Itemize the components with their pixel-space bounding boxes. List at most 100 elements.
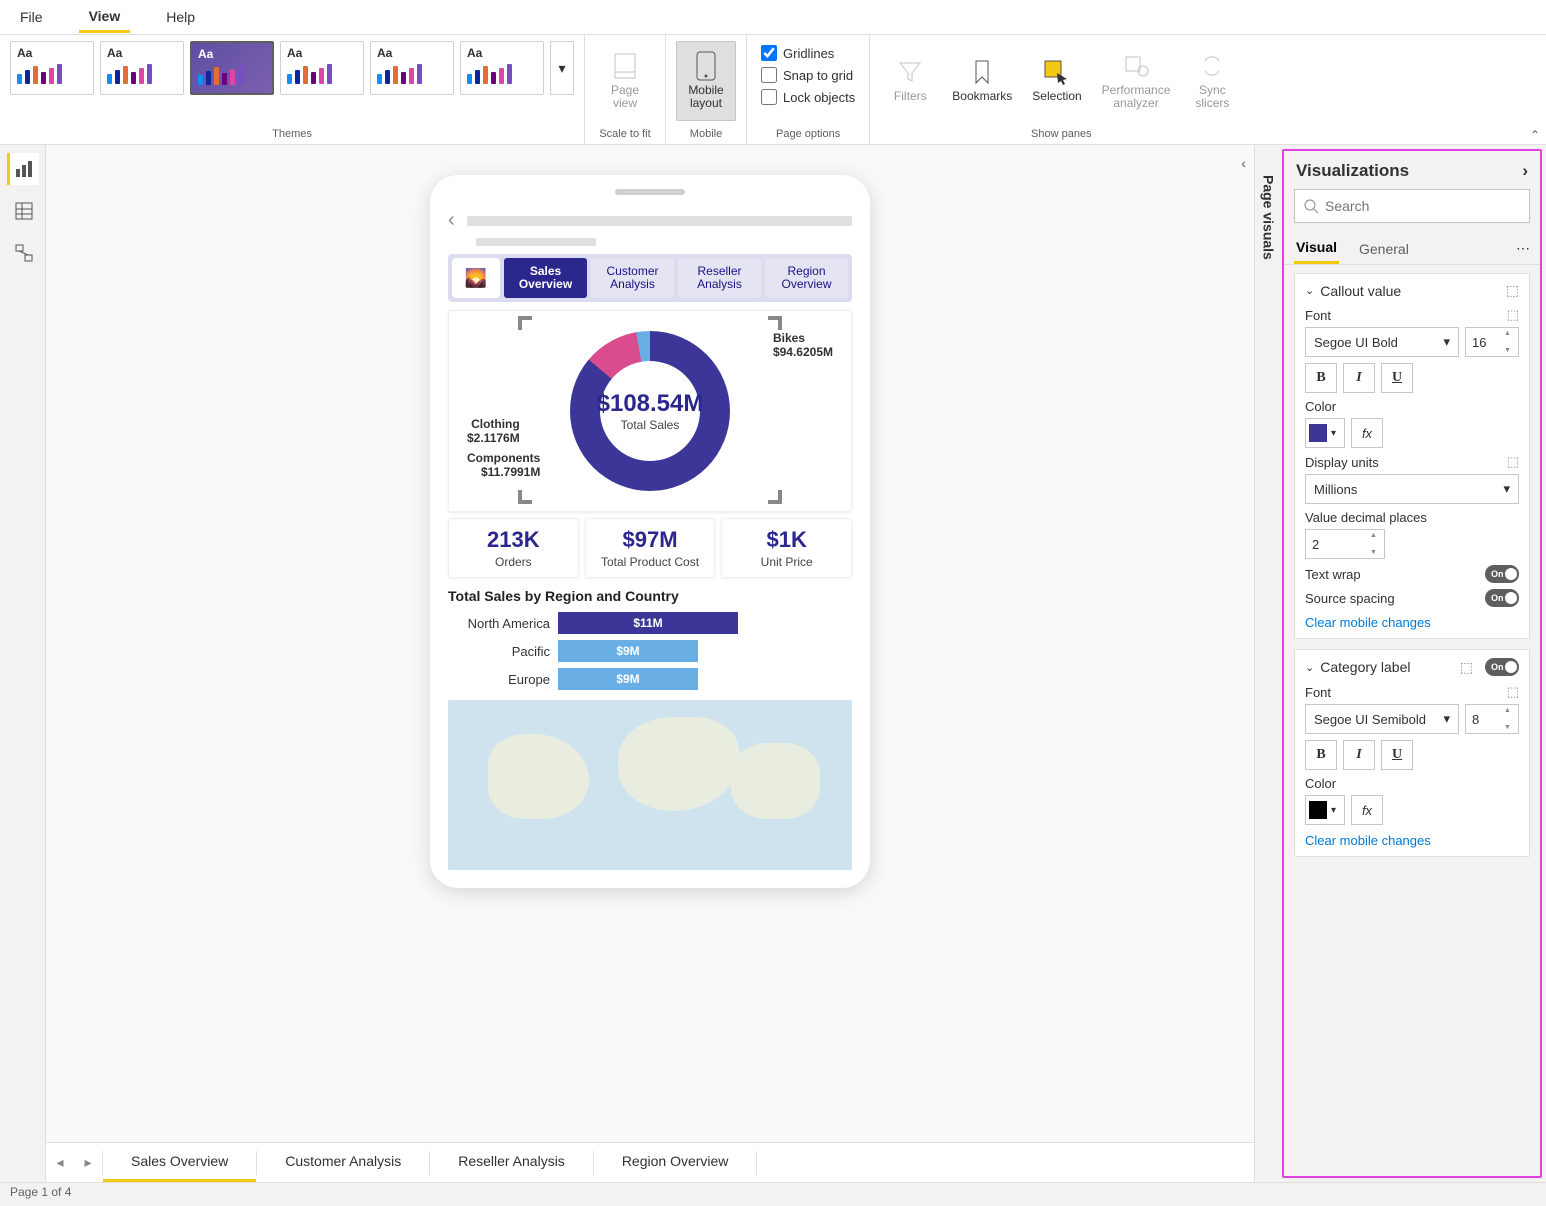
callout-color-fx-button[interactable]: fx [1351, 418, 1383, 448]
bar-row-na: North America$11M [448, 612, 852, 634]
stopwatch-icon [1122, 52, 1150, 80]
italic-button[interactable]: I [1343, 363, 1375, 393]
themes-dropdown[interactable]: ▾ [550, 41, 574, 95]
page-tab-reseller-analysis[interactable]: Reseller Analysis [430, 1143, 593, 1182]
barchart-icon [14, 159, 34, 179]
font-size-input[interactable]: 16▲▼ [1465, 327, 1519, 357]
report-tab-region-overview[interactable]: Region Overview [765, 258, 848, 298]
theme-swatch-2[interactable]: Aa [100, 41, 184, 95]
kpi-product-cost[interactable]: $97MTotal Product Cost [585, 518, 716, 578]
nav-report-view[interactable] [7, 153, 39, 185]
theme-swatch-1[interactable]: Aa [10, 41, 94, 95]
category-underline-button[interactable]: U [1381, 740, 1413, 770]
font-family-select[interactable]: Segoe UI Bold▾ [1305, 327, 1459, 357]
gridlines-checkbox[interactable]: Gridlines [761, 45, 855, 61]
clear-mobile-changes-category[interactable]: Clear mobile changes [1305, 833, 1519, 848]
report-tab-sales-overview[interactable]: Sales Overview [504, 258, 587, 298]
tab-overflow-button[interactable]: ⋯ [1516, 240, 1530, 257]
theme-swatch-5[interactable]: Aa [370, 41, 454, 95]
ribbon-group-scale-label: Scale to fit [599, 126, 650, 142]
search-input[interactable] [1325, 198, 1521, 214]
report-logo: 🌄 [452, 258, 500, 298]
reset-category-icon[interactable]: ⬚ [1460, 659, 1473, 676]
underline-button[interactable]: U [1381, 363, 1413, 393]
page-tab-next[interactable]: ▸ [74, 1154, 102, 1171]
collapse-pane-button[interactable]: ‹ [1241, 155, 1246, 171]
bar-row-europe: Europe$9M [448, 668, 852, 690]
page-tab-region-overview[interactable]: Region Overview [594, 1143, 757, 1182]
page-view-icon [611, 52, 639, 80]
phone-notch [615, 189, 685, 195]
category-bold-button[interactable]: B [1305, 740, 1337, 770]
source-spacing-toggle[interactable]: On [1485, 589, 1519, 607]
category-font-family-select[interactable]: Segoe UI Semibold▾ [1305, 704, 1459, 734]
visualizations-pane: Visualizations › Visual General ⋯ ⌄ Call… [1282, 149, 1542, 1178]
section-header-category[interactable]: ⌄ Category label ⬚ On [1305, 658, 1519, 676]
ribbon: Aa Aa Aa Aa Aa Aa ▾ Themes Page view Sca… [0, 35, 1546, 145]
kpi-orders[interactable]: 213KOrders [448, 518, 579, 578]
data-label-bikes: Bikes$94.6205M [773, 331, 833, 360]
ribbon-collapse-button[interactable]: ⌃ [1530, 128, 1540, 142]
reset-font-icon[interactable]: ⬚ [1507, 307, 1519, 323]
bookmarks-button[interactable]: Bookmarks [944, 41, 1020, 121]
data-label-clothing: Clothing$2.1176M [467, 417, 520, 446]
selection-button[interactable]: Selection [1024, 41, 1089, 121]
region-bar-visual[interactable]: Total Sales by Region and Country North … [448, 588, 852, 690]
donut-visual[interactable]: Bikes$94.6205M Clothing$2.1176M Componen… [448, 310, 852, 512]
chevron-down-icon: ⌄ [1305, 661, 1314, 674]
lock-objects-checkbox[interactable]: Lock objects [761, 89, 855, 105]
page-tab-sales-overview[interactable]: Sales Overview [103, 1143, 256, 1182]
mobile-layout-button[interactable]: Mobile layout [676, 41, 736, 121]
section-header-callout[interactable]: ⌄ Callout value ⬚ [1305, 282, 1519, 299]
page-tab-prev[interactable]: ◂ [46, 1154, 74, 1171]
search-icon [1303, 198, 1319, 214]
funnel-icon [896, 58, 924, 86]
theme-swatch-3[interactable]: Aa [190, 41, 274, 95]
theme-swatch-6[interactable]: Aa [460, 41, 544, 95]
callout-color-picker[interactable]: ▾ [1305, 418, 1345, 448]
phone-back-button[interactable]: ‹ [448, 209, 455, 232]
page-visuals-pane-collapsed[interactable]: Page visuals [1254, 145, 1282, 1182]
left-nav-rail [0, 145, 46, 1182]
tab-general[interactable]: General [1357, 235, 1411, 263]
nav-model-view[interactable] [7, 237, 39, 269]
decimal-places-input[interactable]: 2▲▼ [1305, 529, 1385, 559]
category-color-picker[interactable]: ▾ [1305, 795, 1345, 825]
canvas-area: ‹ ‹ 🌄 Sales Overview Customer Analysis R… [46, 145, 1254, 1182]
nav-data-view[interactable] [7, 195, 39, 227]
pane-expand-button[interactable]: › [1522, 161, 1528, 181]
sync-icon [1198, 52, 1226, 80]
theme-swatch-4[interactable]: Aa [280, 41, 364, 95]
ribbon-group-page-options-label: Page options [776, 126, 840, 142]
status-bar: Page 1 of 4 [0, 1182, 1546, 1206]
display-units-select[interactable]: Millions▾ [1305, 474, 1519, 504]
reset-units-icon[interactable]: ⬚ [1507, 454, 1519, 470]
report-tabs: 🌄 Sales Overview Customer Analysis Resel… [448, 254, 852, 302]
bold-button[interactable]: B [1305, 363, 1337, 393]
ribbon-group-mobile-label: Mobile [690, 126, 722, 142]
performance-analyzer-button: Performance analyzer [1094, 41, 1179, 121]
text-wrap-toggle[interactable]: On [1485, 565, 1519, 583]
visualizations-search[interactable] [1294, 189, 1530, 223]
section-category-label: ⌄ Category label ⬚ On Font⬚ Segoe UI Sem… [1294, 649, 1530, 857]
report-tab-customer-analysis[interactable]: Customer Analysis [591, 258, 674, 298]
ribbon-group-show-panes-label: Show panes [1031, 126, 1092, 142]
category-font-size-input[interactable]: 8▲▼ [1465, 704, 1519, 734]
menu-help[interactable]: Help [156, 3, 205, 31]
donut-center: $108.54M Total Sales [597, 390, 704, 432]
category-label-toggle[interactable]: On [1485, 658, 1519, 676]
clear-mobile-changes-callout[interactable]: Clear mobile changes [1305, 615, 1519, 630]
reset-icon[interactable]: ⬚ [1506, 282, 1519, 299]
reset-cat-font-icon[interactable]: ⬚ [1507, 684, 1519, 700]
page-tab-customer-analysis[interactable]: Customer Analysis [257, 1143, 429, 1182]
table-icon [14, 201, 34, 221]
report-tab-reseller-analysis[interactable]: Reseller Analysis [678, 258, 761, 298]
category-italic-button[interactable]: I [1343, 740, 1375, 770]
category-color-fx-button[interactable]: fx [1351, 795, 1383, 825]
menu-view[interactable]: View [79, 2, 131, 33]
map-visual[interactable] [448, 700, 852, 870]
tab-visual[interactable]: Visual [1294, 233, 1339, 264]
kpi-unit-price[interactable]: $1KUnit Price [721, 518, 852, 578]
snap-to-grid-checkbox[interactable]: Snap to grid [761, 67, 855, 83]
menu-file[interactable]: File [10, 3, 53, 31]
